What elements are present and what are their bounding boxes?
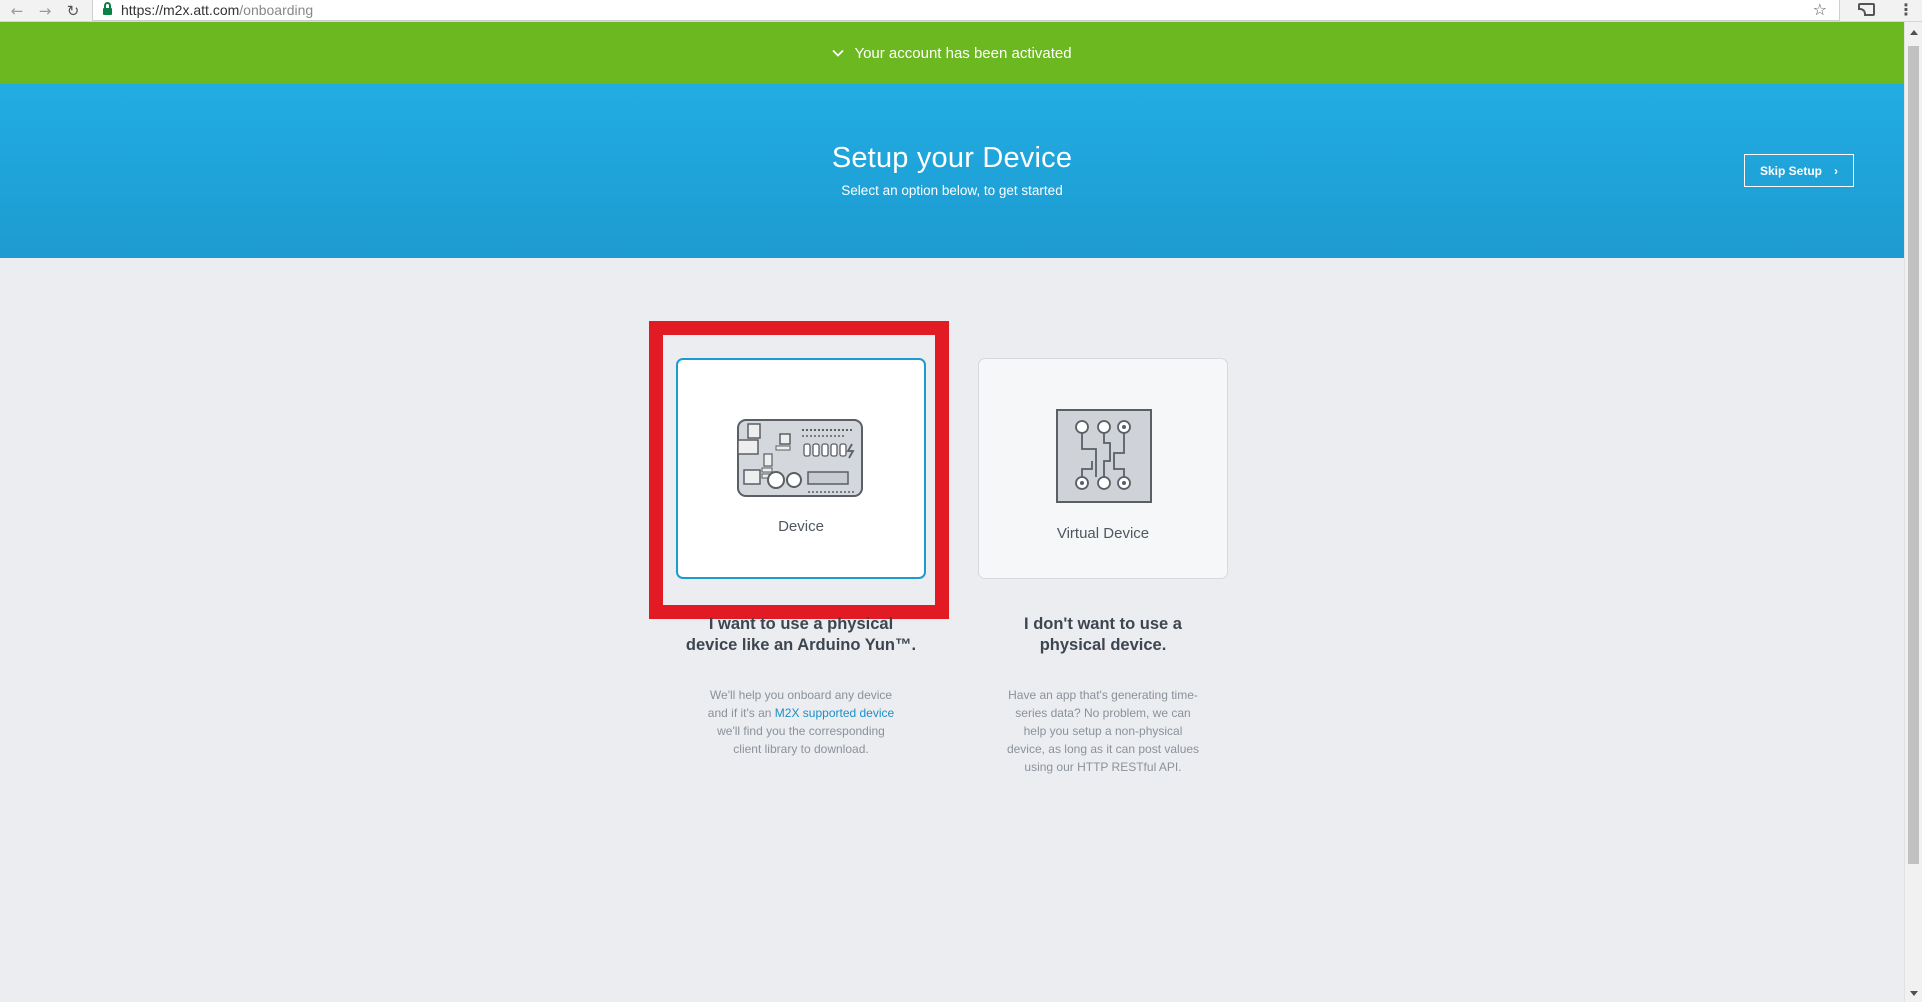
virtual-device-card-label: Virtual Device [1056,525,1150,542]
lock-icon [103,2,112,15]
virtual-body-line: Have an app that's generating time- [1008,688,1198,702]
virtual-heading-line: physical device. [1039,636,1167,654]
skip-setup-button[interactable]: Skip Setup › [1744,154,1854,187]
device-option-card[interactable]: Device [676,358,926,579]
bookmark-star-icon[interactable]: ☆ [1813,0,1827,19]
activation-banner: Your account has been activated [0,22,1904,84]
url-host: https://m2x.att.com [121,2,240,18]
virtual-option-heading: I don't want to use a physical device. [973,614,1233,656]
device-option-heading: I want to use a physical device like an … [671,614,931,656]
hero-header: Setup your Device Select an option below… [0,84,1904,258]
virtual-body-line: using our HTTP RESTful API. [1024,760,1182,774]
url-text: https://m2x.att.com/onboarding [121,2,313,18]
virtual-body-line: series data? No problem, we can [1015,706,1191,720]
skip-setup-label: Skip Setup [1759,163,1822,178]
device-card-label: Device [778,518,824,535]
virtual-option-description: Have an app that's generating time- seri… [993,686,1213,776]
scroll-down-arrow-icon[interactable] [1910,991,1918,996]
back-arrow-icon[interactable]: ← [8,2,26,20]
scroll-up-arrow-icon[interactable] [1910,30,1918,35]
virtual-body-line: device, as long as it can post values [1006,742,1200,756]
page-subtitle: Select an option below, to get started [841,183,1063,198]
virtual-heading-line: I don't want to use a [1024,615,1182,633]
page-title: Setup your Device [831,142,1073,174]
scroll-thumb[interactable] [1908,46,1919,864]
chevron-right-icon: › [1834,163,1838,178]
device-body-line: We'll help you onboard any device [709,688,893,702]
device-body-line: client library to download. [733,742,869,756]
virtual-body-line: help you setup a non-physical [1023,724,1183,738]
device-body-line: we'll find you the corresponding [717,724,885,738]
banner-message: Your account has been activated [854,44,1072,62]
more-menu-icon[interactable]: ⋮ [1898,1,1914,19]
check-icon [832,49,845,57]
device-body-line: and if it's an M2X supported device [691,704,911,722]
circuit-board-icon [737,419,863,497]
page-scrollbar[interactable] [1904,22,1922,1002]
address-bar[interactable]: https://m2x.att.com/onboarding ☆ [92,0,1840,21]
device-heading-line: I want to use a physical [708,615,894,633]
reload-icon[interactable]: ↻ [64,2,82,20]
m2x-supported-device-link[interactable]: M2X supported device [775,706,894,720]
device-heading-line: device like an Arduino Yun™. [685,636,917,654]
forward-arrow-icon[interactable]: → [36,2,54,20]
virtual-device-option-card[interactable]: Virtual Device [978,358,1228,579]
virtual-chip-icon [1056,409,1152,503]
url-path: /onboarding [239,2,314,18]
cast-icon[interactable] [1858,3,1875,16]
browser-toolbar: ← → ↻ https://m2x.att.com/onboarding ☆ ⋮ [0,0,1922,22]
device-option-description: We'll help you onboard any device and if… [691,686,911,758]
device-body-prefix: and if it's an [707,706,775,720]
